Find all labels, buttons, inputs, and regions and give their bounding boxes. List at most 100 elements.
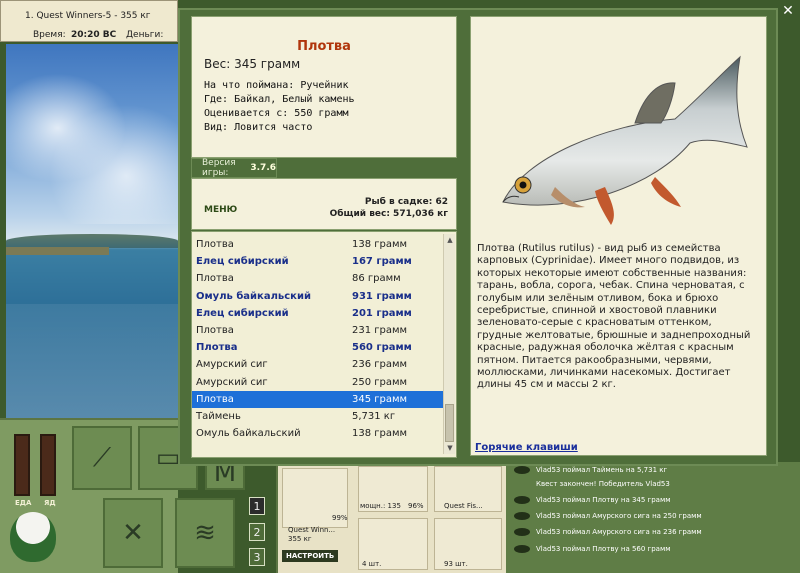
catch-row[interactable]: Плотва 86 грамм xyxy=(192,270,444,287)
fish-description-card: Плотва (Rutilus rutilus) - вид рыб из се… xyxy=(470,16,767,456)
catch-fish-name: Амурский сиг xyxy=(196,359,268,371)
catch-fish-weight: 138 грамм xyxy=(352,428,408,440)
catch-fish-weight: 236 грамм xyxy=(352,359,408,371)
fish-icon xyxy=(514,512,530,520)
quest-title: 1. Quest Winners-5 - 355 кг xyxy=(25,11,151,21)
catch-fish-name: Елец сибирский xyxy=(196,256,289,268)
fish-location: Где: Байкал, Белый камень xyxy=(204,94,355,105)
pot-icon[interactable] xyxy=(10,512,56,562)
tackle-panel: Quest Winn... 355 кг 99% НАСТРОИТЬ мощн.… xyxy=(276,462,506,573)
log-entry: Vlad53 поймал Амурского сига на 236 грам… xyxy=(514,525,702,539)
menu-button[interactable]: МЕНЮ xyxy=(204,205,237,215)
catch-fish-name: Таймень xyxy=(196,410,241,422)
setup-button[interactable]: НАСТРОИТЬ xyxy=(282,550,339,562)
poison-meter xyxy=(40,434,56,496)
catch-row[interactable]: Плотва 560 грамм xyxy=(192,339,444,356)
time-label: Время: xyxy=(33,30,66,40)
catch-row[interactable]: Таймень 5,731 кг xyxy=(192,408,444,425)
rig-name: Quest Winn... xyxy=(288,526,336,534)
rod-tile[interactable]: ⟋ xyxy=(72,426,132,490)
fish-bait: На что поймана: Ручейник xyxy=(204,80,349,91)
clouds xyxy=(6,64,178,224)
catch-row[interactable]: Елец сибирский 167 грамм xyxy=(192,253,444,270)
food-meter-label: ЕДА xyxy=(15,499,32,507)
catch-rows: Плотва 138 грамм Елец сибирский 167 грамм Пл… xyxy=(192,236,444,442)
fish-weight: Вес: 345 грамм xyxy=(204,57,301,71)
catch-fish-name: Плотва xyxy=(196,239,234,251)
fork-knife-icon: ✕ xyxy=(122,518,144,548)
hotkeys-link[interactable]: Горячие клавиши xyxy=(475,442,578,453)
catch-row[interactable]: Плотва 345 грамм xyxy=(192,390,444,408)
fish-illustration xyxy=(502,55,748,225)
catch-fish-weight: 138 грамм xyxy=(352,239,408,251)
poison-meter-label: ЯД xyxy=(44,499,56,507)
fish-info-card: Плотва Вес: 345 грамм На что поймана: Ру… xyxy=(191,16,457,158)
scroll-thumb[interactable] xyxy=(445,404,454,442)
fish-tile[interactable]: ≋ xyxy=(175,498,235,568)
log-entry: Квест закончен! Победитель Vlad53 xyxy=(536,480,670,488)
fish-details: На что поймана: Ручейник Где: Байкал, Бе… xyxy=(204,79,355,135)
fish-icon: ≋ xyxy=(194,518,216,548)
scroll-up-icon[interactable]: ▲ xyxy=(444,234,456,246)
catch-row[interactable]: Плотва 231 грамм xyxy=(192,322,444,339)
close-icon[interactable]: ✕ xyxy=(781,4,795,18)
catch-row[interactable]: Амурский сиг 250 грамм xyxy=(192,374,444,391)
catch-fish-weight: 345 грамм xyxy=(352,393,408,405)
catch-row[interactable]: Елец сибирский 201 грамм xyxy=(192,305,444,322)
catch-fish-weight: 231 грамм xyxy=(352,325,408,337)
catch-fish-weight: 250 грамм xyxy=(352,376,408,388)
log-entry: Vlad53 поймал Плотву на 345 грамм xyxy=(514,493,671,507)
fish-icon xyxy=(514,545,530,553)
cage-stats: МЕНЮ Рыб в садке: 62 Общий вес: 571,036 … xyxy=(191,178,457,230)
catch-row[interactable]: Омуль байкальский 931 грамм xyxy=(192,288,444,305)
catch-count: Рыб в садке: 62 xyxy=(364,197,448,207)
catch-fish-weight: 167 грамм xyxy=(352,256,412,268)
eat-tile[interactable]: ✕ xyxy=(103,498,163,568)
reel-label: мощн.: 135 xyxy=(360,502,401,510)
game-version: Версия игры: 3.7.6 xyxy=(191,158,277,178)
bait-count: 93 шт. xyxy=(444,560,468,568)
tab-3[interactable]: 3 xyxy=(249,548,265,566)
food-meter xyxy=(14,434,30,496)
catch-list[interactable]: Плотва 138 грамм Елец сибирский 167 грамм Пл… xyxy=(191,231,457,458)
lake-scene[interactable] xyxy=(6,44,178,418)
version-label: Версия игры: xyxy=(202,158,236,178)
chat-log: Vlad53 поймал Таймень на 5,731 кг Квест … xyxy=(506,462,800,573)
catch-row[interactable]: Омуль байкальский 138 грамм xyxy=(192,425,444,442)
catch-fish-name: Плотва xyxy=(196,393,234,405)
catch-list-scrollbar[interactable]: ▲ ▼ xyxy=(443,234,455,454)
hills xyxy=(6,234,178,248)
log-entry: Vlad53 поймал Плотву на 560 грамм xyxy=(514,542,671,556)
money-label: Деньги: xyxy=(126,30,164,40)
fish-kind: Вид: Ловится часто xyxy=(204,122,313,133)
tab-2[interactable]: 2 xyxy=(249,523,265,541)
fish-icon xyxy=(514,466,530,474)
catch-fish-weight: 86 грамм xyxy=(352,273,401,285)
line-label: Quest Fis... xyxy=(444,502,483,510)
tab-1[interactable]: 1 xyxy=(249,497,265,515)
hook-count: 4 шт. xyxy=(362,560,382,568)
catch-fish-weight: 201 грамм xyxy=(352,307,412,319)
scroll-down-icon[interactable]: ▼ xyxy=(444,442,456,454)
shore xyxy=(6,247,110,255)
catch-fish-weight: 931 грамм xyxy=(352,290,412,302)
catch-fish-name: Елец сибирский xyxy=(196,307,289,319)
fishing-rod-icon: ⟋ xyxy=(92,442,112,473)
catch-fish-name: Омуль байкальский xyxy=(196,290,311,302)
catch-fish-weight: 560 грамм xyxy=(352,342,412,354)
version-value: 3.7.6 xyxy=(250,163,276,173)
status-bar: 1. Quest Winners-5 - 355 кг Время: 20:20… xyxy=(0,0,178,42)
catch-row[interactable]: Амурский сиг 236 грамм xyxy=(192,356,444,373)
fish-icon xyxy=(514,528,530,536)
catch-row[interactable]: Плотва 138 грамм xyxy=(192,236,444,253)
water xyxy=(6,304,178,418)
fish-description: Плотва (Rutilus rutilus) - вид рыб из се… xyxy=(477,243,751,391)
catch-fish-name: Плотва xyxy=(196,342,238,354)
rig-percent: 99% xyxy=(332,514,348,522)
total-weight: Общий вес: 571,036 кг xyxy=(329,209,448,219)
rig-weight: 355 кг xyxy=(288,535,312,543)
fish-value: Оценивается с: 550 грамм xyxy=(204,108,349,119)
reel-percent: 96% xyxy=(408,502,424,510)
log-entry: Vlad53 поймал Амурского сига на 250 грам… xyxy=(514,509,702,523)
catch-fish-name: Плотва xyxy=(196,325,234,337)
